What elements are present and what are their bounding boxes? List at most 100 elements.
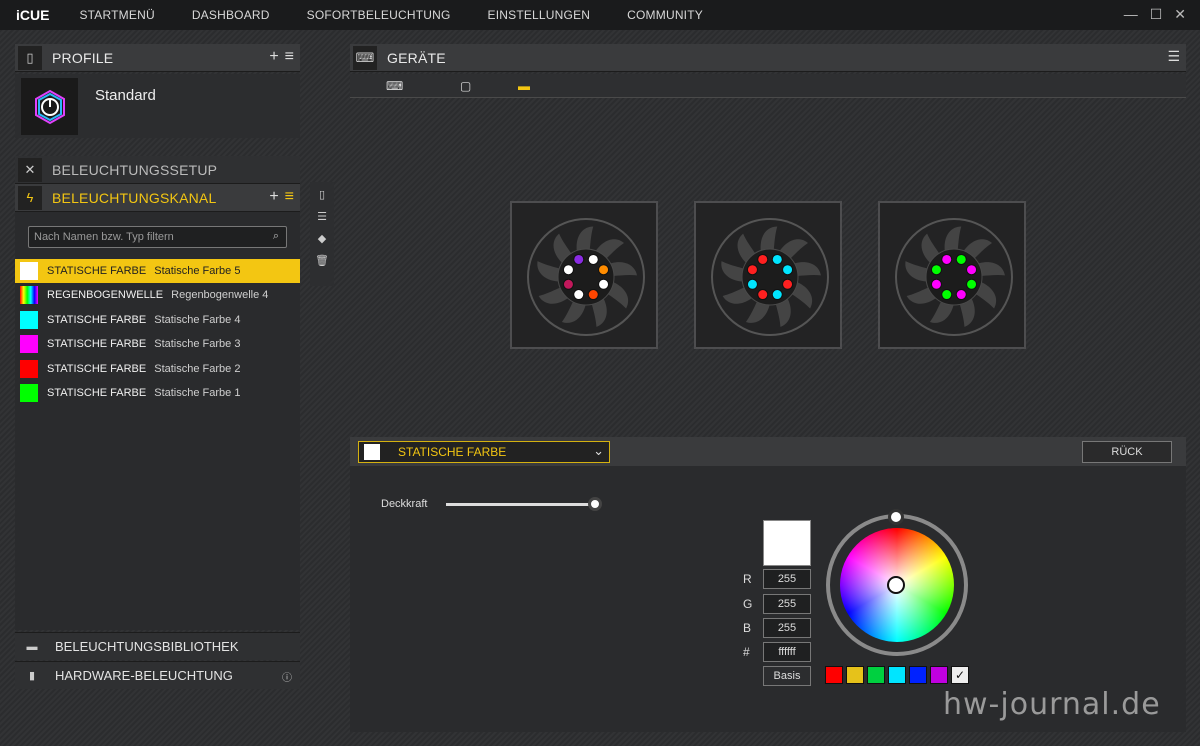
back-button[interactable]: RÜCK (1082, 441, 1172, 463)
fan-led (587, 289, 599, 301)
profile-item[interactable]: Standard (15, 74, 300, 138)
hex-label: # (743, 645, 750, 659)
b-input[interactable]: 255 (763, 618, 811, 638)
close-button[interactable]: ✕ (1174, 6, 1186, 23)
preset-red[interactable] (825, 666, 843, 684)
list-item[interactable]: REGENBOGENWELLE Regenbogenwelle 4 (15, 283, 300, 307)
effect-name: Statische Farbe 3 (154, 338, 241, 350)
search-input[interactable]: Nach Namen bzw. Typ filtern ⌕ (28, 226, 287, 248)
channel-header: ϟ BELEUCHTUNGSKANAL + ≡ (15, 184, 300, 212)
preset-yellow[interactable] (846, 666, 864, 684)
g-input[interactable]: 255 (763, 594, 811, 614)
preset-cyan[interactable] (888, 666, 906, 684)
r-label: R (743, 572, 752, 586)
layers-icon[interactable]: ☰ (317, 210, 327, 223)
list-item[interactable]: STATISCHE FARBE Statische Farbe 2 (15, 357, 300, 381)
fan-led (782, 278, 794, 290)
search-icon: ⌕ (272, 230, 279, 242)
fan-1[interactable] (510, 201, 658, 349)
r-input[interactable]: 255 (763, 569, 811, 589)
info-icon[interactable]: ⓘ (282, 669, 292, 684)
add-profile-button[interactable]: + (269, 48, 278, 66)
fan-hub (925, 248, 983, 306)
keyboard-tab-icon[interactable]: ⌨ (386, 79, 403, 93)
preset-white-check-icon[interactable]: ✓ (951, 666, 969, 684)
chevron-down-icon: ⌄ (593, 443, 604, 458)
color-presets: ✓ (825, 666, 969, 684)
nav-startmenu[interactable]: STARTMENÜ (79, 8, 154, 22)
hardware-item[interactable]: ▮ HARDWARE-BELEUCHTUNG ⓘ (15, 661, 300, 689)
nav-community[interactable]: COMMUNITY (627, 8, 703, 22)
devices-menu-icon[interactable]: ☰ (1167, 48, 1180, 65)
copy-icon[interactable]: ▯ (319, 188, 325, 201)
effect-dropdown[interactable]: STATISCHE FARBE ⌄ (358, 441, 610, 463)
opacity-slider-track[interactable] (446, 503, 596, 506)
fan-led (757, 253, 769, 265)
fan-led (941, 289, 953, 301)
list-item[interactable]: STATISCHE FARBE Statische Farbe 4 (15, 308, 300, 332)
trash-icon[interactable]: 🗑 (315, 254, 329, 267)
minimize-button[interactable]: — (1124, 6, 1138, 23)
preset-blue[interactable] (909, 666, 927, 684)
profile-title: PROFILE (52, 49, 114, 66)
effect-name: Statische Farbe 5 (154, 265, 241, 277)
color-swatch (20, 384, 38, 402)
preset-green[interactable] (867, 666, 885, 684)
profile-menu-icon[interactable]: ≡ (285, 48, 294, 66)
profile-header: ▯ PROFILE + ≡ (15, 44, 300, 72)
fan-led (782, 264, 794, 276)
list-item[interactable]: STATISCHE FARBE Statische Farbe 5 (15, 259, 300, 283)
fan-hub (557, 248, 615, 306)
color-wheel-cursor[interactable] (887, 576, 905, 594)
fan-led (757, 289, 769, 301)
rainbow-swatch (20, 286, 38, 304)
fan-svg (711, 218, 829, 336)
watermark: hw-journal.de (943, 687, 1161, 722)
list-item[interactable]: STATISCHE FARBE Statische Farbe 1 (15, 381, 300, 405)
basis-button[interactable]: Basis (763, 666, 811, 686)
side-toolbar: ▯ ☰ ◆ 🗑 (310, 182, 334, 286)
tools-icon: ✕ (18, 157, 42, 182)
hex-input[interactable]: ffffff (763, 642, 811, 662)
effect-bar: STATISCHE FARBE ⌄ RÜCK (350, 437, 1186, 466)
library-item[interactable]: ▬ BELEUCHTUNGSBIBLIOTHEK (15, 632, 300, 660)
effect-name: Statische Farbe 2 (154, 363, 241, 375)
nav-dashboard[interactable]: DASHBOARD (192, 8, 270, 22)
fan-led (598, 278, 610, 290)
brightness-ring-handle[interactable] (888, 509, 904, 525)
preset-purple[interactable] (930, 666, 948, 684)
fan-2[interactable] (694, 201, 842, 349)
fan-led (966, 278, 978, 290)
profile-avatar-icon (21, 78, 78, 135)
add-channel-button[interactable]: + (269, 188, 278, 206)
mouse-tab-icon[interactable]: ▢ (460, 79, 471, 93)
fan-led (746, 278, 758, 290)
fan-controller-tab-icon[interactable]: ▬ (518, 79, 530, 93)
effect-type: STATISCHE FARBE (47, 338, 147, 350)
opacity-label: Deckkraft (381, 498, 428, 510)
effect-label: STATISCHE FARBE (398, 445, 507, 459)
fan-led (955, 253, 967, 265)
effect-name: Statische Farbe 4 (154, 314, 241, 326)
fan-led (771, 289, 783, 301)
setup-title: BELEUCHTUNGSSETUP (52, 161, 218, 178)
b-label: B (743, 621, 752, 635)
device-tabs: ⌨ ▢ ▬ (350, 74, 1186, 98)
fan-led (930, 278, 942, 290)
fan-led (746, 264, 758, 276)
profile-icon: ▯ (18, 45, 42, 70)
devices-header: ⌨ GERÄTE ☰ (350, 44, 1186, 72)
nav-einstellungen[interactable]: EINSTELLUNGEN (488, 8, 591, 22)
nav-sofortbeleuchtung[interactable]: SOFORTBELEUCHTUNG (307, 8, 451, 22)
color-swatch (20, 262, 38, 280)
list-item[interactable]: STATISCHE FARBE Statische Farbe 3 (15, 332, 300, 356)
effect-type: STATISCHE FARBE (47, 314, 147, 326)
window-controls: — ☐ ✕ (1124, 6, 1186, 23)
channel-title: BELEUCHTUNGSKANAL (52, 189, 217, 206)
channel-menu-icon[interactable]: ≡ (285, 188, 294, 206)
opacity-slider-handle[interactable] (588, 497, 602, 511)
fan-3[interactable] (878, 201, 1026, 349)
diamond-icon[interactable]: ◆ (318, 232, 326, 245)
setup-header[interactable]: ✕ BELEUCHTUNGSSETUP (15, 156, 300, 184)
maximize-button[interactable]: ☐ (1150, 6, 1163, 23)
